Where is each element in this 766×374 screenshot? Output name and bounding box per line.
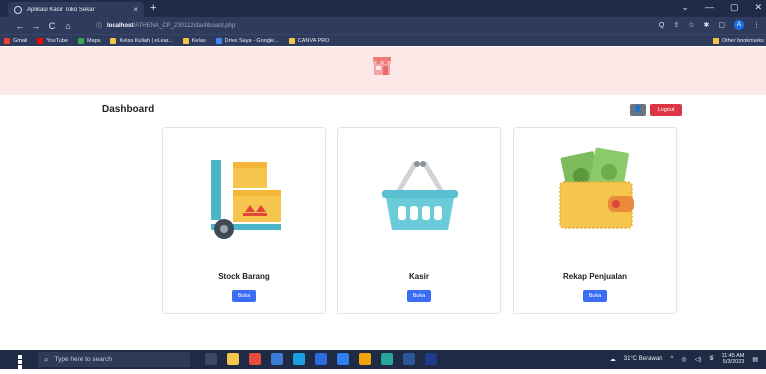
app-icon[interactable] <box>425 353 437 365</box>
buka-button[interactable]: Buka <box>407 290 431 302</box>
tab-favicon-icon <box>14 5 22 14</box>
bookmark-label: Kelas <box>191 37 206 44</box>
tab-search-icon[interactable]: ⌄ <box>681 2 689 13</box>
card-stock-barang: Stock Barang Buka <box>162 127 326 314</box>
drive-icon <box>215 37 222 44</box>
card-kasir: Kasir Buka <box>337 127 501 314</box>
bookmarks-bar: Gmail YouTube Maps Kelas Kuliah | eLear.… <box>0 34 766 46</box>
word-icon[interactable] <box>403 353 415 365</box>
calendar-icon[interactable] <box>271 353 283 365</box>
toolbar-icons: Q ⇪ ☆ ✱ ▢ A ⋮ <box>659 20 760 30</box>
window-controls: ⌄ — ▢ ✕ <box>681 2 762 13</box>
bookmark-label: CANVA PRO <box>297 37 330 44</box>
bookmark-drive[interactable]: Drive Saya - Google... <box>215 37 279 44</box>
mail-icon[interactable] <box>293 353 305 365</box>
bookmark-kelas-kuliah[interactable]: Kelas Kuliah | eLear... <box>110 37 173 44</box>
search-placeholder: Type here to search <box>54 356 112 363</box>
bookmark-kelas[interactable]: Kelas <box>182 37 206 44</box>
taskbar-search-input[interactable]: ⌕ Type here to search <box>38 352 190 367</box>
profile-avatar[interactable]: A <box>734 20 744 30</box>
card-rekap-penjualan: Rekap Penjualan Buka <box>513 127 677 314</box>
other-bookmarks[interactable]: Other bookmarks <box>712 38 764 44</box>
share-icon[interactable]: ⇪ <box>673 21 679 29</box>
youtube-icon <box>37 37 44 44</box>
gmail-icon <box>4 37 10 44</box>
info-icon: ⓘ <box>96 24 103 30</box>
bookmark-maps[interactable]: Maps <box>78 37 101 44</box>
store-logo-icon <box>373 57 391 75</box>
url-input[interactable]: ⓘ localhost /ATHENA_CP_230112/dashboard.… <box>96 19 686 32</box>
edge-icon[interactable] <box>337 353 349 365</box>
notification-icon[interactable]: ▤ <box>752 356 758 363</box>
app-icon[interactable] <box>359 353 371 365</box>
forward-arrow-icon[interactable]: → <box>28 21 44 31</box>
bookmark-gmail[interactable]: Gmail <box>4 37 28 44</box>
buka-button[interactable]: Buka <box>232 290 256 302</box>
card-title: Stock Barang <box>218 272 270 281</box>
minimize-button[interactable]: — <box>705 2 714 13</box>
bookmark-canva[interactable]: CANVA PRO <box>288 37 330 44</box>
new-tab-button[interactable]: + <box>150 2 156 14</box>
user-button[interactable]: 👤 <box>630 104 646 116</box>
volume-icon[interactable]: ◁) <box>695 356 702 363</box>
page-title: Dashboard <box>102 104 155 115</box>
menu-kebab-icon[interactable]: ⋮ <box>753 21 760 29</box>
chrome-icon[interactable] <box>249 353 261 365</box>
buka-button[interactable]: Buka <box>583 290 607 302</box>
browser-tab[interactable]: Aplikasi Kasir Toko Sekar × <box>8 2 144 17</box>
url-host: localhost <box>107 22 134 29</box>
windows-start-icon[interactable] <box>18 355 27 374</box>
back-arrow-icon[interactable]: ← <box>12 21 28 31</box>
app-icon[interactable] <box>381 353 393 365</box>
card-title: Kasir <box>408 272 429 281</box>
card-title: Rekap Penjualan <box>562 272 628 281</box>
wallet-money-icon <box>559 147 634 229</box>
folder-icon <box>712 38 719 44</box>
sidebar-icon[interactable]: ▢ <box>718 21 725 29</box>
folder-icon <box>288 37 295 44</box>
shopping-basket-icon <box>382 161 458 230</box>
search-icon: ⌕ <box>44 354 49 364</box>
store-icon[interactable] <box>315 353 327 365</box>
bookmark-youtube[interactable]: YouTube <box>37 37 68 44</box>
bookmark-label: YouTube <box>46 37 68 44</box>
taskbar-apps <box>205 353 437 365</box>
page-header <box>0 47 766 95</box>
bookmark-label: Gmail <box>13 37 28 44</box>
tray-chevron-icon[interactable]: ^ <box>671 356 674 362</box>
home-icon[interactable]: ⌂ <box>60 21 76 31</box>
file-explorer-icon[interactable] <box>227 353 239 365</box>
reload-icon[interactable]: C <box>44 21 60 31</box>
url-path: /ATHENA_CP_230112/dashboard.php <box>133 22 236 29</box>
task-view-icon[interactable] <box>205 353 217 365</box>
system-tray: ☁ 31°C Berawan ^ ◎ ◁) 𝒢 11:45 AM 5/3/202… <box>610 353 758 365</box>
bookmark-label: Drive Saya - Google... <box>224 37 279 44</box>
extensions-icon[interactable]: ✱ <box>704 21 710 29</box>
classroom-icon <box>182 37 189 44</box>
bookmark-star-icon[interactable]: ☆ <box>688 21 694 29</box>
maps-icon <box>78 37 84 44</box>
weather-icon[interactable]: ☁ <box>610 356 616 363</box>
hand-truck-boxes-icon <box>211 160 281 239</box>
star-icon <box>110 37 117 44</box>
language-icon[interactable]: 𝒢 <box>709 356 713 363</box>
clock[interactable]: 11:45 AM 5/3/2023 <box>721 353 744 365</box>
other-bookmarks-label: Other bookmarks <box>721 38 764 44</box>
network-icon[interactable]: ◎ <box>681 356 686 363</box>
taskbar: ⌕ Type here to search ☁ 31°C Berawan ^ ◎… <box>0 350 766 374</box>
browser-tab-bar: Aplikasi Kasir Toko Sekar × + ⌄ — ▢ ✕ <box>0 0 766 17</box>
close-window-button[interactable]: ✕ <box>754 2 762 13</box>
maximize-button[interactable]: ▢ <box>730 2 739 13</box>
tab-title: Aplikasi Kasir Toko Sekar <box>27 6 95 13</box>
weather-text[interactable]: 31°C Berawan <box>624 356 663 362</box>
bookmark-label: Kelas Kuliah | eLear... <box>119 37 173 44</box>
zoom-icon[interactable]: Q <box>659 22 664 29</box>
bookmark-label: Maps <box>87 37 101 44</box>
logout-button[interactable]: Logout <box>650 104 682 116</box>
address-bar-row: ← → C ⌂ ⓘ localhost /ATHENA_CP_230112/da… <box>0 17 766 34</box>
clock-date: 5/3/2023 <box>722 359 745 365</box>
tab-close-icon[interactable]: × <box>133 5 138 14</box>
